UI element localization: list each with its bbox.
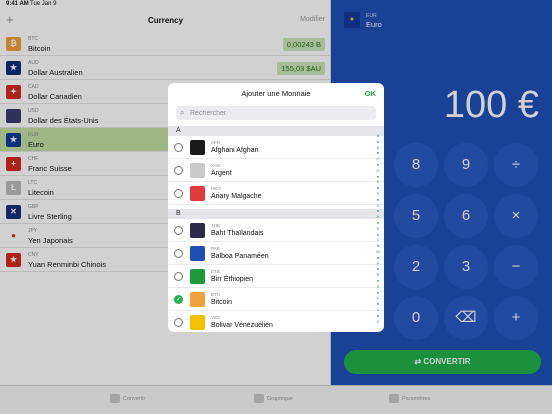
section-header-a: A	[168, 126, 384, 136]
radio-unchecked-icon[interactable]	[174, 189, 183, 198]
status-date: Tue Jan 9	[30, 1, 57, 7]
flag-icon	[190, 292, 205, 307]
currency-option-row[interactable]: VES Bolivar Vénézuélien	[168, 311, 384, 332]
section-header-b: B	[168, 209, 384, 219]
flag-icon	[190, 186, 205, 201]
flag-icon	[190, 163, 205, 178]
index-letter[interactable]: Z	[374, 319, 382, 325]
radio-unchecked-icon[interactable]	[174, 143, 183, 152]
option-code: VES	[211, 315, 221, 320]
search-field[interactable]: ⌕	[176, 106, 376, 120]
ok-button[interactable]: OK	[365, 89, 376, 98]
radio-checked-icon[interactable]: ✓	[174, 295, 183, 304]
flag-icon	[190, 246, 205, 261]
currency-option-row[interactable]: PAB Balboa Panaméen	[168, 242, 384, 265]
radio-unchecked-icon[interactable]	[174, 166, 183, 175]
status-time: 9:41 AM	[6, 1, 29, 7]
section-index[interactable]: A ● B ● C ● D ● E ● F ● G ● H ● K ● L ● M ● P ● R ● S ● U ● V ● Z	[374, 133, 382, 324]
option-code: ETB	[211, 269, 220, 274]
option-name: Argent	[211, 170, 232, 177]
flag-icon	[190, 315, 205, 330]
radio-unchecked-icon[interactable]	[174, 272, 183, 281]
currency-option-row[interactable]: ETB Birr Éthiopien	[168, 265, 384, 288]
radio-unchecked-icon[interactable]	[174, 249, 183, 258]
option-code: XAG	[211, 163, 221, 168]
option-name: Afghani Afghan	[211, 147, 259, 154]
add-currency-modal: Ajouter une Monnaie OK ⌕ A AFN Afghani Af…	[168, 83, 384, 332]
currency-option-row[interactable]: ✓ BTC Bitcoin	[168, 288, 384, 311]
option-code: PAB	[211, 246, 220, 251]
option-code: BTC	[211, 292, 220, 297]
flag-icon	[190, 269, 205, 284]
radio-unchecked-icon[interactable]	[174, 226, 183, 235]
currency-option-row[interactable]: XAG Argent	[168, 159, 384, 182]
flag-icon	[190, 140, 205, 155]
currency-option-row[interactable]: THB Baht Thaïlandais	[168, 219, 384, 242]
option-name: Baht Thaïlandais	[211, 230, 264, 237]
search-icon: ⌕	[180, 108, 185, 117]
option-name: Bolivar Vénézuélien	[211, 322, 273, 329]
currency-option-row[interactable]: AFN Afghani Afghan	[168, 136, 384, 159]
modal-title: Ajouter une Monnaie	[241, 89, 311, 98]
option-name: Birr Éthiopien	[211, 276, 254, 283]
option-name: Ariary Malgache	[211, 193, 262, 200]
flag-icon	[190, 223, 205, 238]
status-bar: 9:41 AM Tue Jan 9	[0, 0, 552, 10]
option-code: MGA	[211, 186, 222, 191]
option-name: Bitcoin	[211, 299, 233, 306]
option-name: Balboa Panaméen	[211, 253, 269, 260]
option-code: THB	[211, 223, 220, 228]
currency-option-row[interactable]: MGA Ariary Malgache	[168, 182, 384, 205]
option-code: AFN	[211, 140, 220, 145]
radio-unchecked-icon[interactable]	[174, 318, 183, 327]
search-input[interactable]	[190, 108, 370, 118]
